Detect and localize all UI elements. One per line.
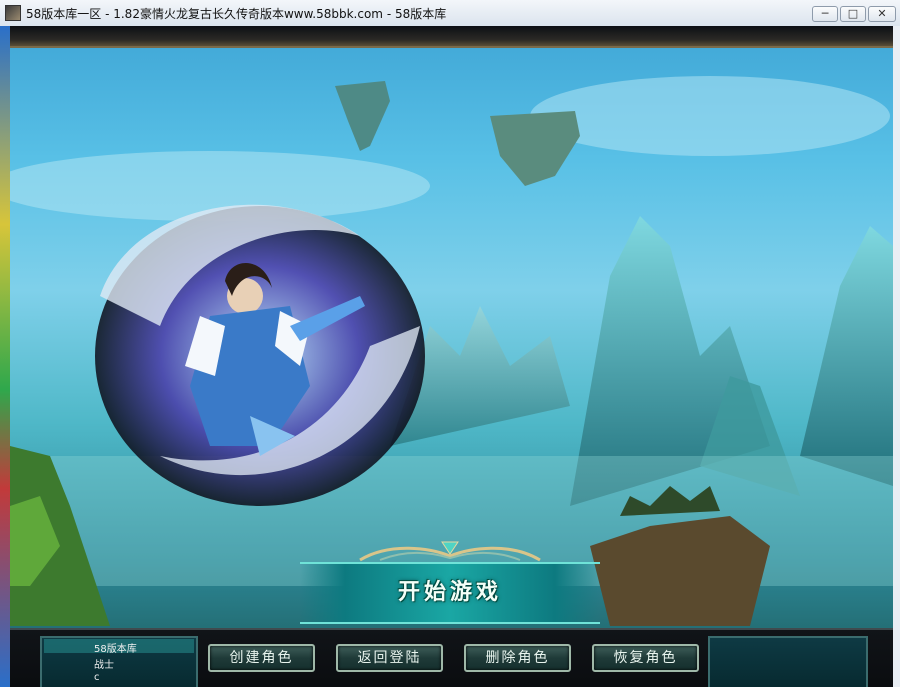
- start-game-button[interactable]: 开始游戏: [300, 562, 600, 624]
- desktop-background: [0, 26, 10, 687]
- minimize-button[interactable]: ─: [812, 6, 838, 22]
- bottom-bar: 58版本库 战士 c 创建角色 返回登陆 删除角色 恢复角色: [10, 628, 893, 687]
- character-level: c: [94, 672, 100, 683]
- character-class: 战士: [94, 660, 114, 671]
- character-list[interactable]: 58版本库 战士 c: [40, 636, 198, 687]
- floating-island: [335, 81, 390, 151]
- ornament: [359, 541, 541, 562]
- character-name[interactable]: 58版本库: [94, 640, 137, 655]
- floating-island: [490, 111, 580, 186]
- start-game-label: 开始游戏: [397, 580, 502, 605]
- close-button[interactable]: ✕: [868, 6, 896, 22]
- restore-character-button[interactable]: 恢复角色: [592, 644, 699, 672]
- window-title: 58版本库一区 - 1.82豪情火龙复古长久传奇版本www.58bbk.com …: [26, 7, 447, 21]
- title-bar[interactable]: 58版本库一区 - 1.82豪情火龙复古长久传奇版本www.58bbk.com …: [0, 0, 900, 27]
- app-icon: [5, 5, 21, 21]
- maximize-button[interactable]: □: [840, 6, 866, 22]
- window-border: [893, 26, 900, 687]
- back-to-login-button[interactable]: 返回登陆: [336, 644, 443, 672]
- game-viewport: 开始游戏 58版本库 战士 c 创建角色 返回登陆 删除角色 恢复角色: [10, 26, 893, 687]
- delete-character-button[interactable]: 删除角色: [464, 644, 571, 672]
- info-panel: [708, 636, 868, 687]
- create-character-button[interactable]: 创建角色: [208, 644, 315, 672]
- top-frame: [10, 26, 893, 48]
- game-window: 58版本库一区 - 1.82豪情火龙复古长久传奇版本www.58bbk.com …: [0, 0, 900, 687]
